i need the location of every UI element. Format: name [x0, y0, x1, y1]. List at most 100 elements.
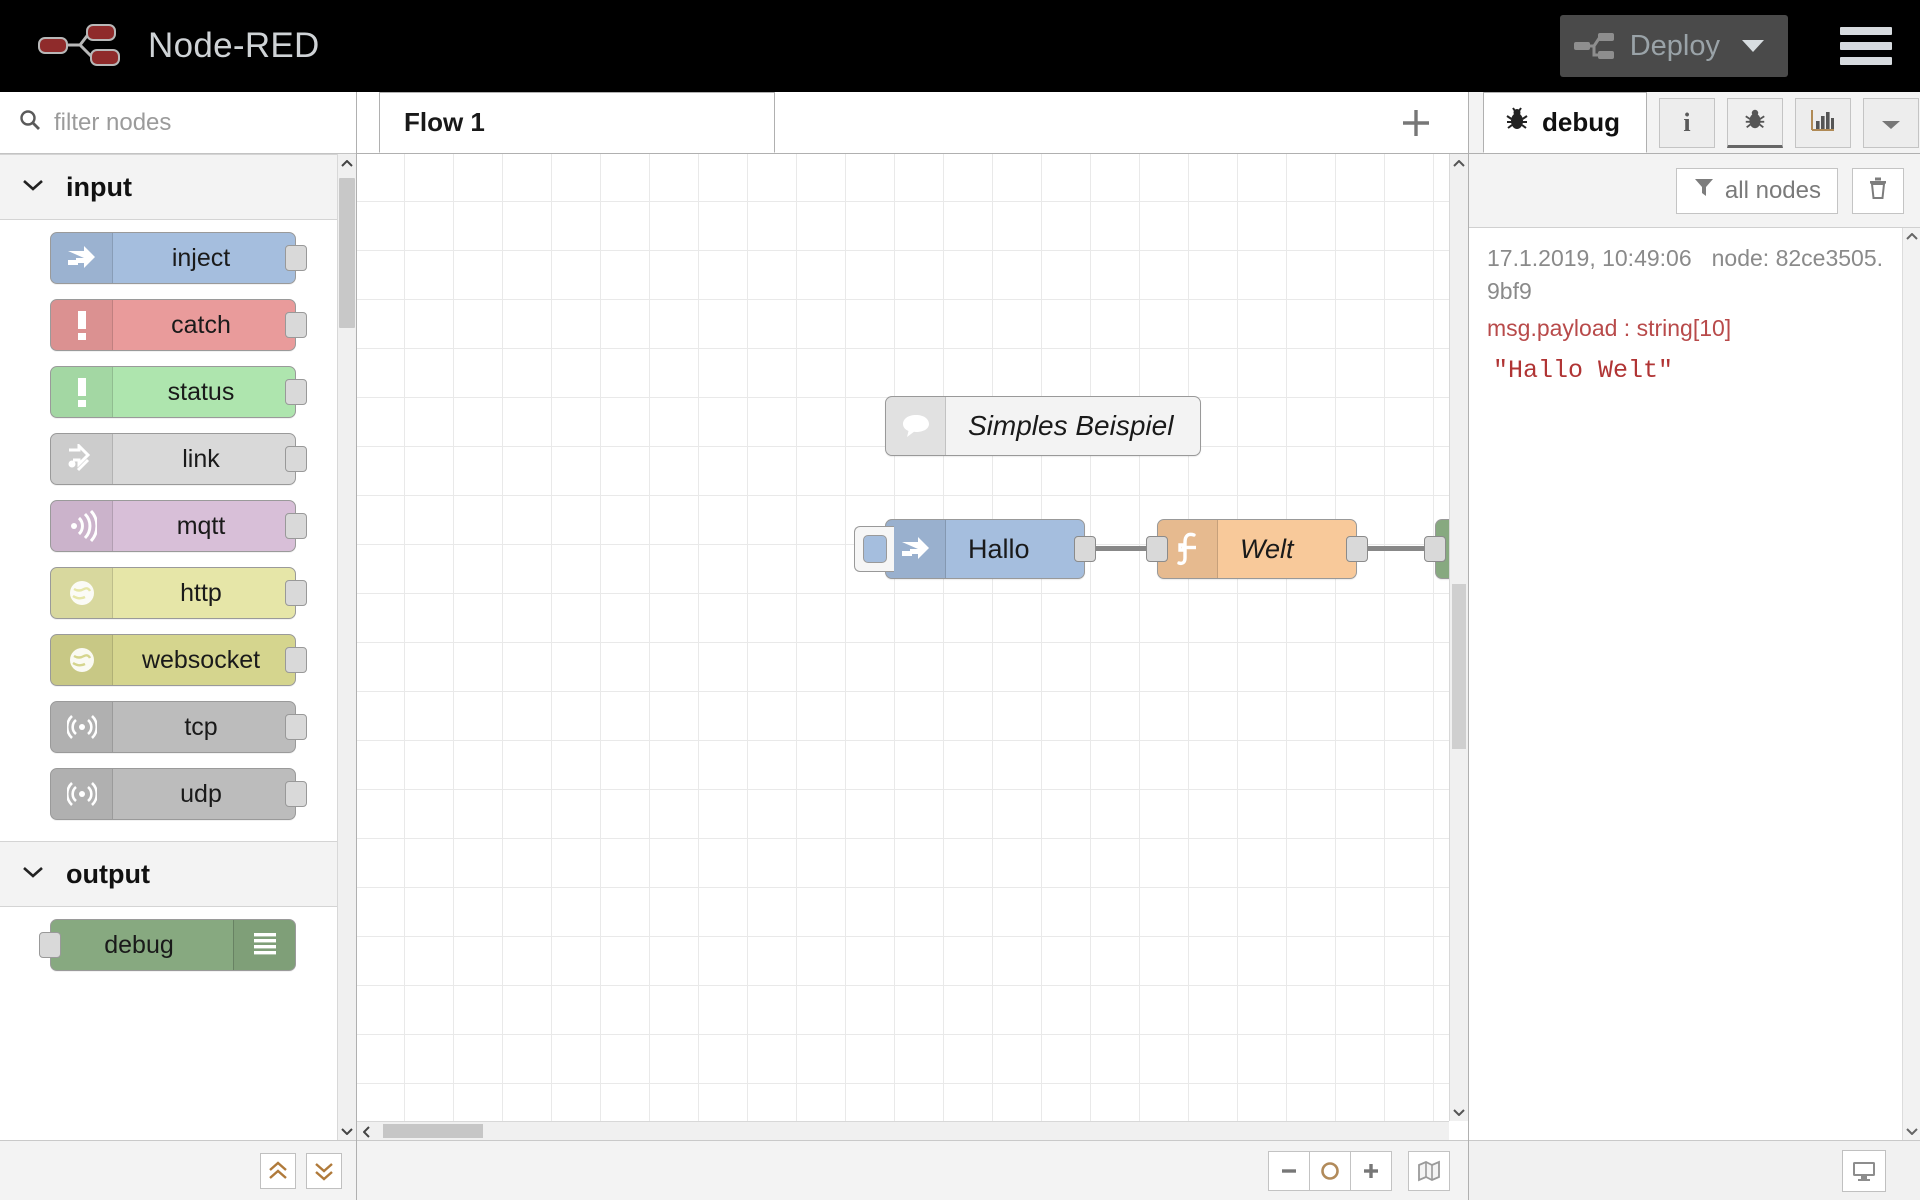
node-output-port[interactable]	[285, 580, 307, 606]
palette-category-output[interactable]: output	[0, 841, 337, 907]
comment-bubble-icon	[886, 397, 946, 455]
node-output-port[interactable]	[1074, 536, 1096, 562]
sidebar-button-info[interactable]: i	[1659, 98, 1715, 148]
main-region: input inject	[0, 92, 1920, 1200]
palette-scrollbar[interactable]	[337, 154, 356, 1140]
flow-node-comment[interactable]: Simples Beispiel	[885, 396, 1201, 456]
node-palette: input inject	[0, 92, 357, 1200]
palette-node-mqtt[interactable]: mqtt	[50, 500, 307, 552]
chevron-down-icon[interactable]	[1903, 1122, 1920, 1140]
search-input[interactable]	[54, 108, 338, 137]
node-input-port[interactable]	[39, 932, 61, 958]
palette-scroll-area: input inject catch status link mqtt http…	[0, 154, 356, 1140]
debug-node-label: node:	[1711, 245, 1770, 271]
sidebar-footer	[1469, 1140, 1920, 1200]
info-i-icon: i	[1683, 108, 1691, 137]
sidebar-scrollbar[interactable]	[1902, 228, 1920, 1140]
canvas-vertical-scrollbar[interactable]	[1449, 154, 1468, 1121]
plus-icon[interactable]	[1386, 92, 1446, 153]
plus-icon[interactable]	[1350, 1150, 1392, 1191]
palette-category-input[interactable]: input	[0, 154, 337, 220]
chevron-down-icon[interactable]	[338, 1121, 356, 1140]
flow-node-debug[interactable]: msg.payload	[1424, 519, 1449, 579]
canvas-horizontal-scrollbar[interactable]	[357, 1121, 1449, 1140]
debug-message-topic: msg.payload : string[10]	[1487, 315, 1732, 342]
hamburger-menu-icon[interactable]	[1840, 23, 1892, 69]
debug-clear-button[interactable]	[1852, 167, 1904, 214]
palette-node-debug[interactable]: debug	[39, 919, 296, 971]
chevron-down-icon	[1880, 108, 1902, 139]
chevron-left-icon[interactable]	[357, 1122, 376, 1140]
chevron-up-icon[interactable]	[1903, 228, 1920, 246]
search-icon	[18, 108, 42, 137]
sidebar-tab-label: debug	[1542, 107, 1620, 137]
palette-node-http[interactable]: http	[50, 567, 307, 619]
palette-node-label: mqtt	[176, 511, 226, 540]
palette-node-websocket[interactable]: websocket	[50, 634, 307, 686]
debug-filter-label: all nodes	[1724, 176, 1821, 204]
debug-message[interactable]: 17.1.2019, 10:49:06 node: 82ce3505.9bf9 m…	[1487, 242, 1884, 385]
chevron-double-up-icon[interactable]	[260, 1152, 296, 1189]
node-output-port[interactable]	[1346, 536, 1368, 562]
globe-icon	[51, 568, 113, 618]
flow-tab-1[interactable]: Flow 1	[379, 92, 775, 153]
inject-arrow-icon	[886, 520, 946, 578]
sidebar-button-more[interactable]	[1863, 98, 1919, 148]
node-output-port[interactable]	[285, 245, 307, 271]
inject-trigger-button[interactable]	[854, 526, 894, 572]
chevron-up-icon[interactable]	[1450, 154, 1468, 173]
flow-canvas[interactable]: Simples Beispiel Hallo Welt	[357, 154, 1449, 1121]
debug-filter-button[interactable]: all nodes	[1675, 167, 1838, 214]
circle-icon[interactable]	[1309, 1150, 1351, 1191]
exclamation-icon	[51, 367, 113, 417]
map-icon[interactable]	[1408, 1150, 1450, 1191]
node-output-port[interactable]	[285, 379, 307, 405]
node-output-port[interactable]	[285, 781, 307, 807]
debug-messages-panel[interactable]: 17.1.2019, 10:49:06 node: 82ce3505.9bf9 m…	[1469, 228, 1920, 1140]
palette-categories: input inject catch status link mqtt http…	[0, 154, 337, 1140]
app-header: Node-RED Deploy	[0, 0, 1920, 92]
palette-node-catch[interactable]: catch	[50, 299, 307, 351]
sidebar-button-debug[interactable]	[1727, 98, 1783, 148]
chevron-down-icon[interactable]	[1450, 1102, 1468, 1121]
deploy-button[interactable]: Deploy	[1559, 15, 1788, 77]
flow-workspace: Flow 1 Simples Beispiel Hallo Welt	[357, 92, 1468, 1200]
trash-icon	[1867, 176, 1889, 205]
palette-node-link[interactable]: link	[50, 433, 307, 485]
palette-category-body-output: debug	[0, 907, 337, 992]
palette-node-inject[interactable]: inject	[50, 232, 307, 284]
debug-toolbar: all nodes	[1469, 154, 1920, 228]
node-output-port[interactable]	[285, 647, 307, 673]
monitor-icon[interactable]	[1842, 1149, 1886, 1192]
sidebar-button-dashboard[interactable]	[1795, 98, 1851, 148]
bug-icon	[1504, 106, 1530, 139]
node-input-port[interactable]	[1146, 536, 1168, 562]
chevron-down-icon[interactable]	[1742, 40, 1764, 52]
flow-node-inject[interactable]: Hallo	[854, 519, 1096, 579]
canvas-wrapper: Simples Beispiel Hallo Welt	[357, 154, 1468, 1140]
app-title: Node-RED	[148, 26, 320, 65]
palette-node-udp[interactable]: udp	[50, 768, 307, 820]
bar-chart-icon	[1810, 108, 1836, 139]
chevron-up-icon[interactable]	[338, 154, 356, 173]
node-output-port[interactable]	[285, 714, 307, 740]
broadcast-icon	[51, 501, 113, 551]
flow-node-function[interactable]: Welt	[1146, 519, 1368, 579]
node-output-port[interactable]	[285, 446, 307, 472]
palette-node-label: websocket	[141, 645, 261, 674]
minus-icon[interactable]	[1268, 1150, 1310, 1191]
scrollbar-thumb[interactable]	[383, 1124, 483, 1138]
palette-node-label: udp	[180, 779, 222, 808]
chevron-double-down-icon[interactable]	[306, 1152, 342, 1189]
node-output-port[interactable]	[285, 312, 307, 338]
palette-node-tcp[interactable]: tcp	[50, 701, 307, 753]
signal-icon	[51, 702, 113, 752]
right-sidebar: debug i all nodes 17.1.2019, 10:49:06 no…	[1468, 92, 1920, 1200]
palette-node-status[interactable]: status	[50, 366, 307, 418]
canvas-footer-toolbar	[357, 1140, 1468, 1200]
node-input-port[interactable]	[1424, 536, 1446, 562]
scrollbar-thumb[interactable]	[339, 178, 355, 328]
tab-debug[interactable]: debug	[1483, 92, 1647, 153]
scrollbar-thumb[interactable]	[1452, 584, 1466, 749]
node-output-port[interactable]	[285, 513, 307, 539]
